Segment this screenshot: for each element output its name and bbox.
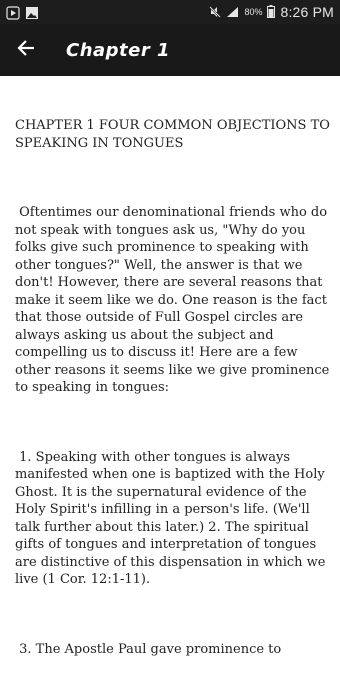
chapter-heading: CHAPTER 1 FOUR COMMON OBJECTIONS TO SPEA…	[15, 118, 335, 151]
chapter-content: CHAPTER 1 FOUR COMMON OBJECTIONS TO SPEA…	[15, 82, 330, 693]
media-icon	[6, 5, 20, 20]
paragraph: 1. Speaking with other tongues is always…	[15, 449, 330, 588]
battery-percent: 80%	[244, 7, 263, 17]
mute-icon	[209, 3, 222, 22]
battery-icon	[267, 3, 276, 22]
status-time: 8:26 PM	[280, 4, 334, 20]
image-icon	[25, 5, 39, 19]
back-button[interactable]	[0, 24, 52, 76]
paragraph: Oftentimes our denominational friends wh…	[15, 205, 334, 395]
page-title: Chapter 1	[66, 39, 171, 61]
arrow-left-icon	[17, 39, 35, 61]
status-bar: 80% 8:26 PM	[0, 0, 340, 24]
paragraph: 3. The Apostle Paul gave prominence to	[15, 641, 282, 657]
app-bar: Chapter 1	[0, 24, 340, 76]
status-right: 80% 8:26 PM	[209, 3, 334, 22]
status-left	[6, 5, 39, 20]
signal-icon	[226, 3, 239, 22]
